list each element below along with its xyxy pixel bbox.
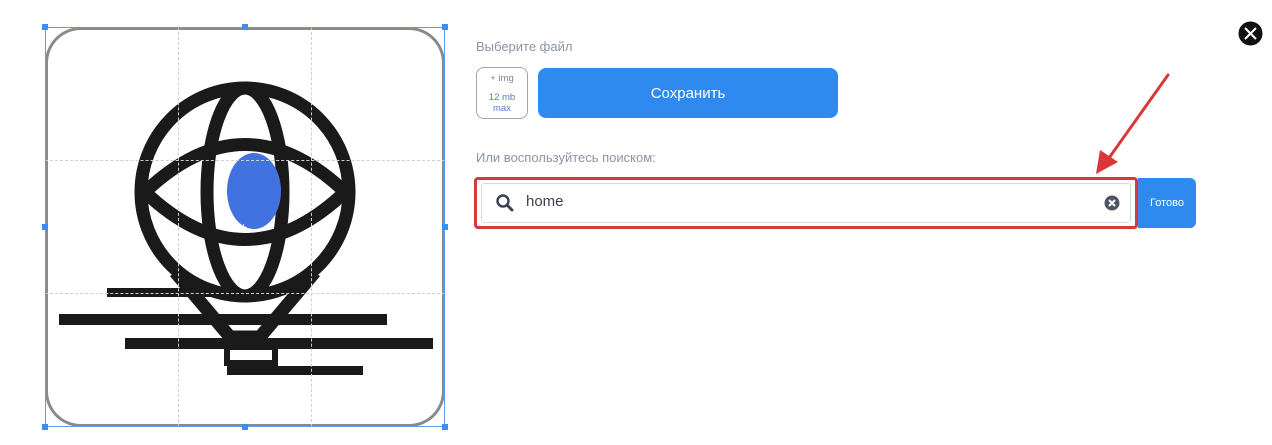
- search-input[interactable]: home: [526, 193, 564, 210]
- close-icon[interactable]: [1238, 21, 1263, 51]
- crop-handle-bottom-right[interactable]: [442, 424, 448, 430]
- upload-title: Выберите файл: [476, 39, 573, 54]
- upload-image-button[interactable]: + img 12 mb max: [476, 67, 528, 119]
- crop-handle-top[interactable]: [242, 24, 248, 30]
- crop-handle-bottom-left[interactable]: [42, 424, 48, 430]
- upload-hint-max: max: [493, 102, 511, 114]
- image-crop-area[interactable]: +: [42, 24, 448, 430]
- crop-grid-line: [311, 27, 312, 427]
- search-title: Или воспользуйтесь поиском:: [476, 150, 656, 165]
- search-highlight: home: [474, 177, 1138, 229]
- search-field[interactable]: home: [481, 183, 1131, 223]
- upload-hint-size: 12 mb max: [489, 92, 515, 114]
- crop-grid-line: [45, 293, 445, 294]
- save-button[interactable]: Сохранить: [538, 68, 838, 118]
- crop-handle-top-right[interactable]: [442, 24, 448, 30]
- crop-handle-left[interactable]: [42, 224, 48, 230]
- clear-icon[interactable]: [1104, 195, 1120, 216]
- search-icon: [496, 194, 514, 217]
- crop-handle-bottom[interactable]: [242, 424, 248, 430]
- crop-handle-top-left[interactable]: [42, 24, 48, 30]
- upload-hint-size-value: 12 mb: [488, 91, 516, 103]
- crop-handle-right[interactable]: [442, 224, 448, 230]
- arrow-annotation: [1090, 70, 1180, 185]
- upload-hint-plus: + img: [490, 72, 514, 84]
- done-button[interactable]: Готово: [1138, 178, 1196, 228]
- crop-grid-line: [178, 27, 179, 427]
- crop-center-mark: +: [240, 220, 248, 234]
- crop-grid-line: [45, 160, 445, 161]
